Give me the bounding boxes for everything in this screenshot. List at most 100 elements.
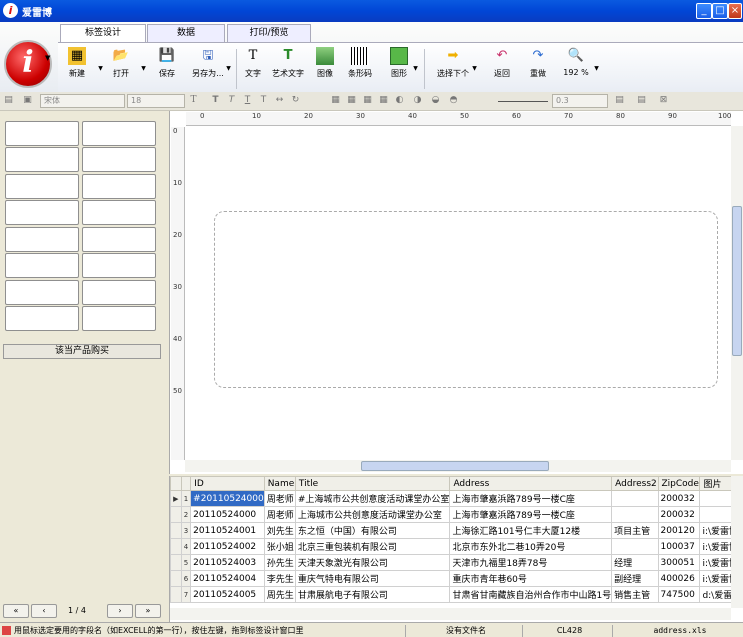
table-row[interactable]: 5 20110524003 孙先生 天津天象激光有限公司 天津市九福里18弄78号 经理 3… bbox=[170, 554, 743, 571]
table-cell[interactable]: 李先生 bbox=[263, 570, 296, 587]
label-cell[interactable] bbox=[5, 253, 79, 278]
row-indicator[interactable] bbox=[170, 538, 182, 555]
table-cell[interactable]: 经理 bbox=[611, 554, 659, 571]
table-row[interactable]: 2 20110524000 周老师 上海城市公共创意度活动课堂办公室 上海市肇嘉浜路78… bbox=[170, 506, 743, 523]
table-cell[interactable]: 甘肃省甘南藏族自治州合作市中山路1号 bbox=[449, 586, 613, 603]
table-cell[interactable]: 天津市九福里18弄78号 bbox=[449, 554, 613, 571]
table-cell[interactable]: 重庆气特电有限公司 bbox=[294, 570, 451, 587]
first-page-button[interactable]: « bbox=[3, 604, 29, 618]
rotate-icon[interactable]: ↻ bbox=[290, 95, 301, 106]
layer-icon[interactable]: ▤ bbox=[636, 95, 647, 106]
column-header-title[interactable]: Title bbox=[294, 476, 451, 491]
table-cell[interactable]: 20110524005 bbox=[190, 586, 265, 603]
chevron-down-icon[interactable]: ▼ bbox=[98, 63, 103, 72]
table-cell[interactable]: 上海市肇嘉浜路789号一楼C座 bbox=[449, 506, 613, 523]
open-button[interactable]: 📂 打开 bbox=[108, 47, 134, 79]
scroll-thumb[interactable] bbox=[732, 206, 742, 356]
label-cell[interactable] bbox=[82, 253, 156, 278]
label-cell[interactable] bbox=[82, 121, 156, 146]
table-cell[interactable]: 上海市肇嘉浜路789号一楼C座 bbox=[449, 490, 613, 507]
barcode-button[interactable]: 条形码 bbox=[346, 47, 374, 79]
row-indicator[interactable] bbox=[170, 506, 182, 523]
table-cell[interactable]: 200032 bbox=[657, 506, 701, 523]
label-cell[interactable] bbox=[82, 280, 156, 305]
table-cell[interactable]: 项目主管 bbox=[611, 522, 659, 539]
table-row[interactable]: 4 20110524002 张小姐 北京三重包装机有限公司 北京市东外北二巷10弄20号… bbox=[170, 538, 743, 555]
row-indicator[interactable] bbox=[170, 586, 182, 603]
label-cell[interactable] bbox=[5, 280, 79, 305]
close-button[interactable]: × bbox=[728, 3, 742, 19]
next-page-button[interactable]: › bbox=[107, 604, 133, 618]
table-cell[interactable]: 200120 bbox=[657, 522, 701, 539]
text-button[interactable]: T 文字 bbox=[242, 47, 264, 79]
paste-icon[interactable]: ▤ bbox=[3, 95, 14, 106]
table-cell[interactable]: #上海城市公共创意度活动课堂办公室 bbox=[294, 490, 451, 507]
app-menu-button[interactable]: i bbox=[4, 40, 52, 88]
chevron-down-icon[interactable]: ▼ bbox=[472, 63, 477, 72]
column-header-address[interactable]: Address bbox=[449, 476, 613, 491]
group-icon[interactable]: ◒ bbox=[430, 95, 441, 106]
table-cell[interactable]: 刘先生 bbox=[263, 522, 296, 539]
horizontal-scrollbar[interactable] bbox=[185, 460, 731, 472]
label-cell[interactable] bbox=[5, 147, 79, 172]
minimize-button[interactable]: _ bbox=[696, 3, 712, 19]
maximize-button[interactable]: □ bbox=[712, 3, 728, 19]
table-cell[interactable]: 20110524001 bbox=[190, 522, 265, 539]
font-name-select[interactable]: 宋体 bbox=[40, 94, 125, 108]
chevron-down-icon[interactable]: ▼ bbox=[413, 63, 418, 72]
table-cell[interactable]: 重庆市青年巷60号 bbox=[449, 570, 613, 587]
tab-print-preview[interactable]: 打印/预览 bbox=[227, 24, 311, 42]
horizontal-scrollbar[interactable] bbox=[170, 608, 731, 620]
underline-icon[interactable]: T bbox=[242, 95, 253, 106]
bold-icon[interactable]: T bbox=[210, 95, 221, 106]
last-page-button[interactable]: » bbox=[135, 604, 161, 618]
table-cell[interactable]: #20110524000 bbox=[190, 490, 265, 507]
save-as-button[interactable]: 🖫 另存为... bbox=[188, 47, 228, 79]
table-cell[interactable]: 东之恒（中国）有限公司 bbox=[294, 522, 451, 539]
italic-icon[interactable]: T bbox=[226, 95, 237, 106]
table-cell[interactable]: 孙先生 bbox=[263, 554, 296, 571]
column-header-name[interactable]: Name bbox=[263, 476, 296, 491]
prev-page-button[interactable]: ‹ bbox=[31, 604, 57, 618]
chevron-down-icon[interactable]: ▼ bbox=[226, 63, 231, 72]
label-cell[interactable] bbox=[82, 147, 156, 172]
table-row[interactable]: 6 20110524004 李先生 重庆气特电有限公司 重庆市青年巷60号 副经理 4000… bbox=[170, 570, 743, 587]
line-style-icon[interactable] bbox=[498, 101, 548, 102]
label-cell[interactable] bbox=[82, 227, 156, 252]
label-cell[interactable] bbox=[5, 227, 79, 252]
table-cell[interactable] bbox=[611, 490, 659, 507]
table-cell[interactable]: 20110524004 bbox=[190, 570, 265, 587]
align-right-icon[interactable]: ▦ bbox=[362, 95, 373, 106]
label-cell[interactable] bbox=[5, 200, 79, 225]
table-cell[interactable]: 20110524003 bbox=[190, 554, 265, 571]
delete-icon[interactable]: ⊠ bbox=[658, 95, 669, 106]
table-cell[interactable]: 周先生 bbox=[263, 586, 296, 603]
buy-product-button[interactable]: 该当产品购买 bbox=[3, 344, 161, 359]
label-cell[interactable] bbox=[82, 200, 156, 225]
row-indicator[interactable]: ▶ bbox=[170, 490, 182, 507]
line-width-select[interactable]: 0.3 bbox=[552, 94, 608, 108]
table-cell[interactable]: 甘肃展航电子有限公司 bbox=[294, 586, 451, 603]
table-cell[interactable]: 天津天象激光有限公司 bbox=[294, 554, 451, 571]
column-header-id[interactable]: ID bbox=[190, 476, 265, 491]
label-cell[interactable] bbox=[82, 174, 156, 199]
chevron-down-icon[interactable]: ▼ bbox=[45, 54, 50, 62]
table-cell[interactable]: 200032 bbox=[657, 490, 701, 507]
vertical-scrollbar[interactable] bbox=[731, 476, 743, 608]
align-top-icon[interactable]: ▦ bbox=[378, 95, 389, 106]
table-cell[interactable]: 副经理 bbox=[611, 570, 659, 587]
redo-button[interactable]: ↷ 重做 bbox=[526, 47, 550, 79]
chevron-down-icon[interactable]: ▼ bbox=[141, 63, 146, 72]
table-cell[interactable]: 销售主管 bbox=[611, 586, 659, 603]
fill-icon[interactable]: ◐ bbox=[394, 95, 405, 106]
row-indicator[interactable] bbox=[170, 570, 182, 587]
table-cell[interactable]: 20110524002 bbox=[190, 538, 265, 555]
strike-icon[interactable]: T bbox=[258, 95, 269, 106]
column-header-zipcode[interactable]: ZipCode bbox=[657, 476, 701, 491]
table-cell[interactable]: 300051 bbox=[657, 554, 701, 571]
tab-data[interactable]: 数据 bbox=[147, 24, 225, 42]
scroll-thumb[interactable] bbox=[361, 461, 549, 471]
row-indicator[interactable] bbox=[170, 522, 182, 539]
line-color-icon[interactable]: ▤ bbox=[614, 95, 625, 106]
chevron-down-icon[interactable]: ▼ bbox=[594, 63, 599, 72]
